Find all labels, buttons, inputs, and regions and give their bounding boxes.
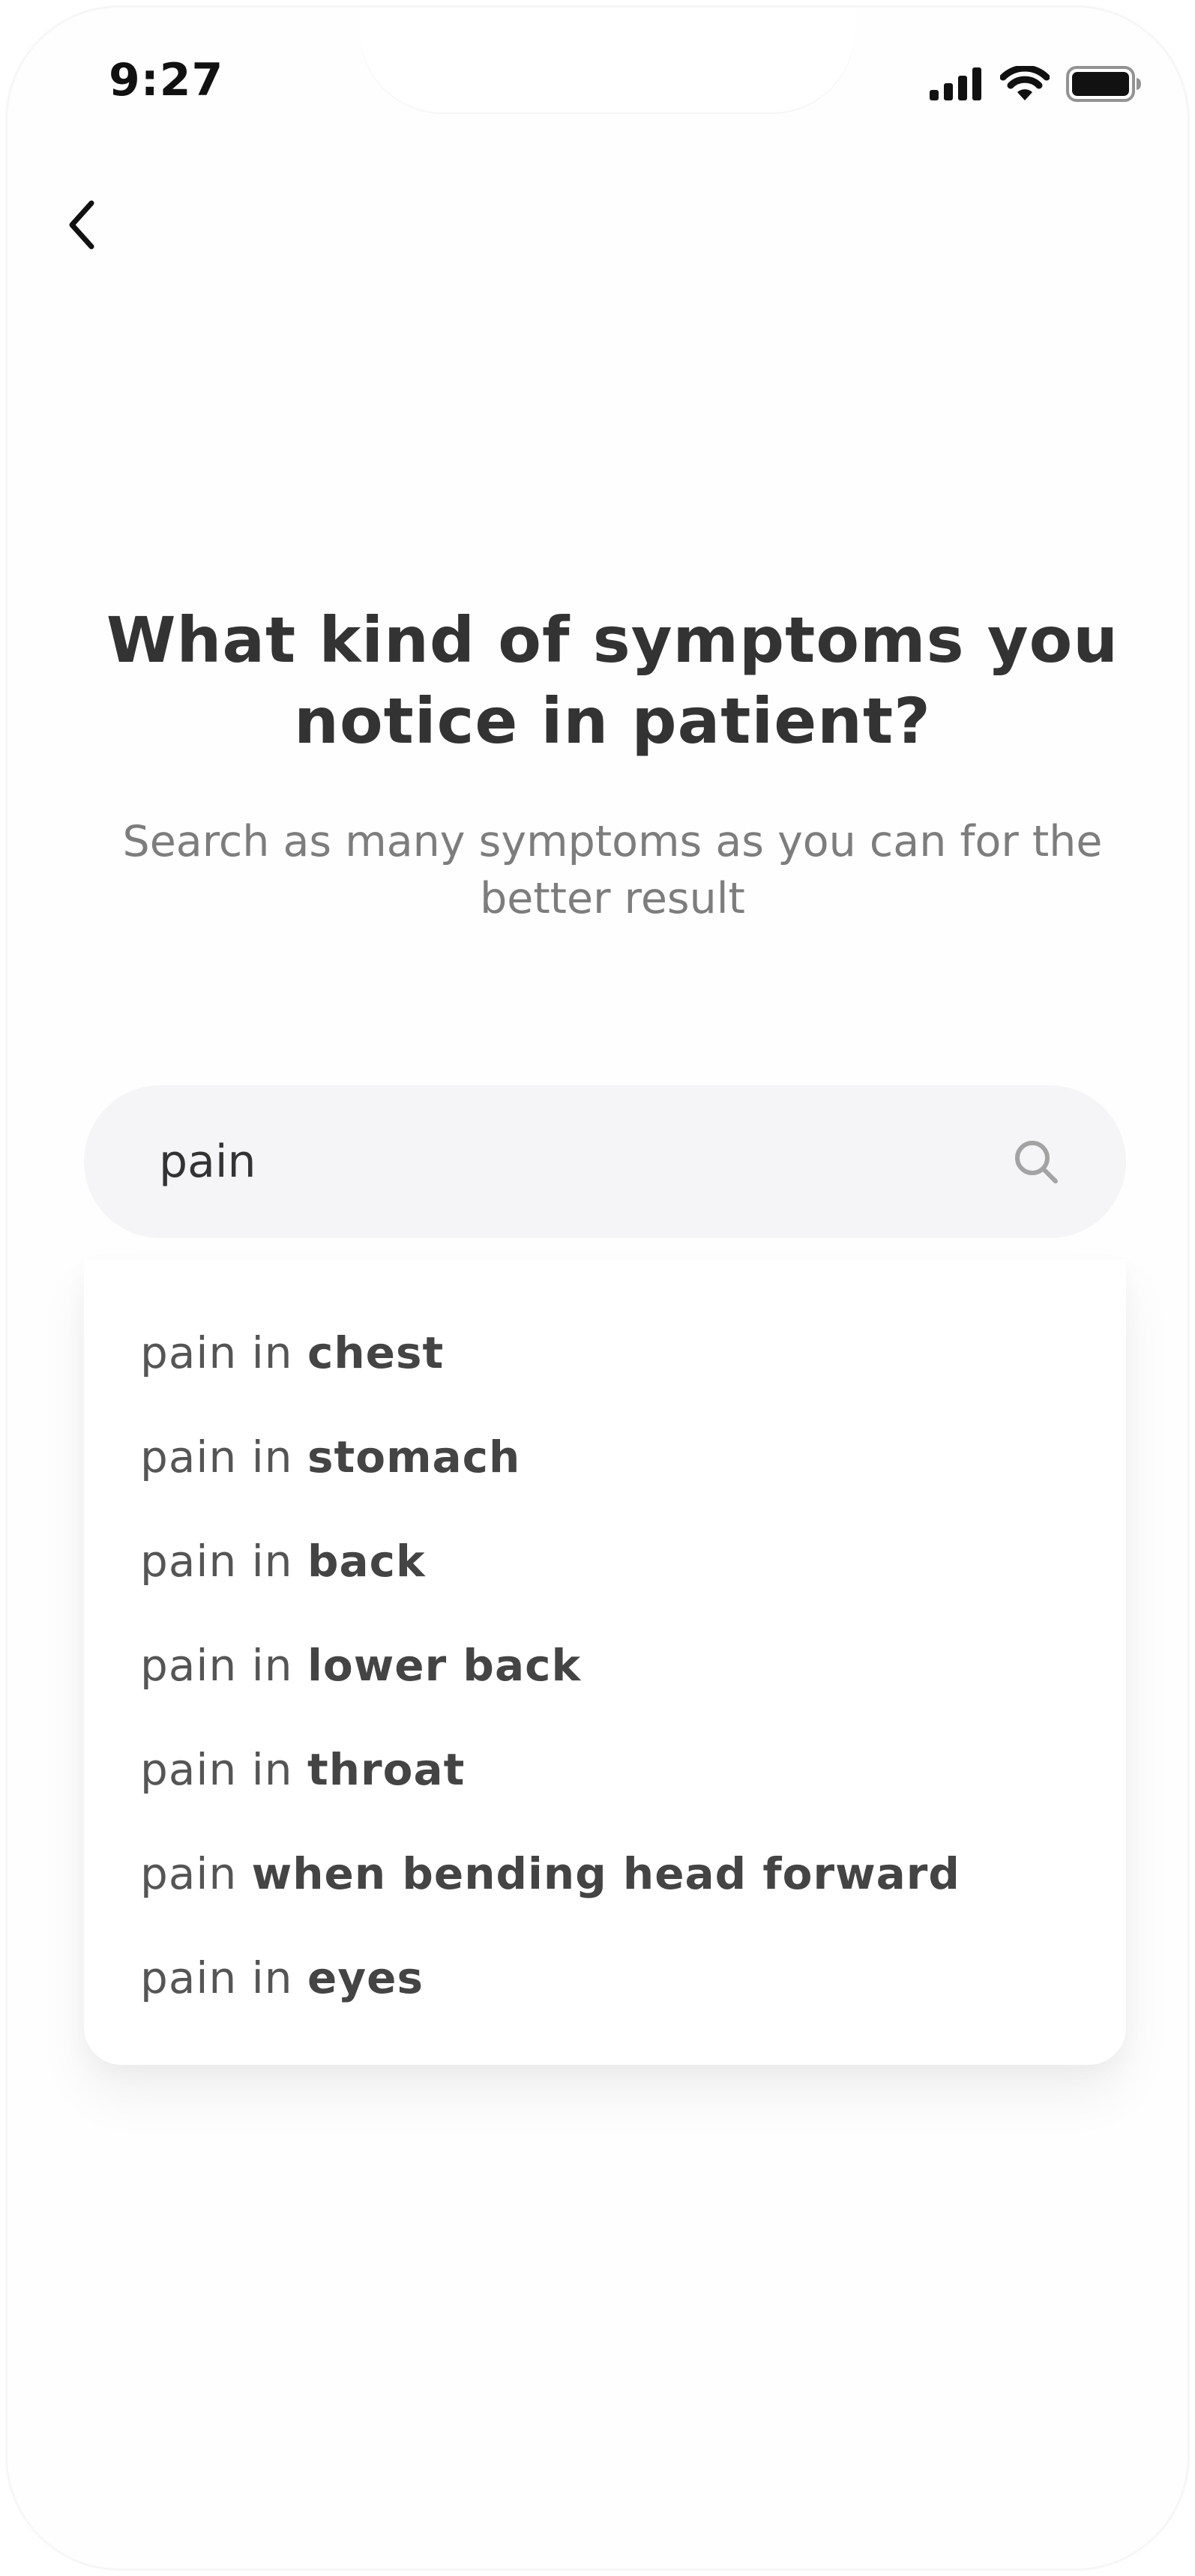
suggestion-item[interactable]: pain when bending head forward bbox=[140, 1836, 960, 1911]
status-icons bbox=[930, 66, 1143, 102]
suggestion-item[interactable]: pain in stomach bbox=[140, 1420, 520, 1494]
search-input[interactable] bbox=[159, 1085, 984, 1238]
suggestion-highlight: eyes bbox=[307, 1952, 424, 2003]
back-button[interactable] bbox=[52, 191, 112, 259]
suggestion-item[interactable]: pain in chest bbox=[140, 1315, 444, 1390]
signal-icon bbox=[930, 67, 981, 100]
status-bar: 9:27 bbox=[7, 7, 1188, 157]
page-title: What kind of symptoms you notice in pati… bbox=[106, 603, 1119, 758]
suggestion-prefix: pain in bbox=[140, 1744, 307, 1795]
suggestions-dropdown: pain in chest pain in stomach pain in ba… bbox=[84, 1259, 1126, 2065]
suggestion-prefix: pain in bbox=[140, 1640, 307, 1691]
chevron-left-icon bbox=[69, 200, 94, 250]
phone-frame: 9:27 What kind of symptoms you notice in… bbox=[7, 7, 1188, 2569]
suggestion-highlight: back bbox=[307, 1536, 426, 1587]
suggestion-highlight: stomach bbox=[307, 1432, 521, 1482]
suggestion-highlight: chest bbox=[307, 1327, 445, 1378]
suggestion-prefix: pain in bbox=[140, 1432, 307, 1482]
suggestion-prefix: pain bbox=[140, 1848, 252, 1899]
suggestion-item[interactable]: pain in eyes bbox=[140, 1940, 424, 2015]
search-icon[interactable] bbox=[1012, 1138, 1060, 1186]
wifi-icon bbox=[1000, 66, 1050, 100]
suggestion-item[interactable]: pain in back bbox=[140, 1524, 426, 1599]
suggestion-prefix: pain in bbox=[140, 1327, 307, 1378]
suggestion-item[interactable]: pain in lower back bbox=[140, 1628, 581, 1703]
suggestion-highlight: lower back bbox=[307, 1640, 582, 1691]
battery-icon bbox=[1066, 66, 1141, 102]
page-subtitle: Search as many symptoms as you can for t… bbox=[122, 817, 1103, 923]
suggestion-prefix: pain in bbox=[140, 1952, 307, 2003]
status-time: 9:27 bbox=[109, 54, 224, 106]
suggestion-highlight: when bending head forward bbox=[251, 1848, 960, 1899]
suggestion-prefix: pain in bbox=[140, 1536, 307, 1587]
suggestion-highlight: throat bbox=[307, 1744, 466, 1795]
search-bar[interactable] bbox=[84, 1085, 1126, 1238]
suggestion-item[interactable]: pain in throat bbox=[140, 1732, 465, 1807]
